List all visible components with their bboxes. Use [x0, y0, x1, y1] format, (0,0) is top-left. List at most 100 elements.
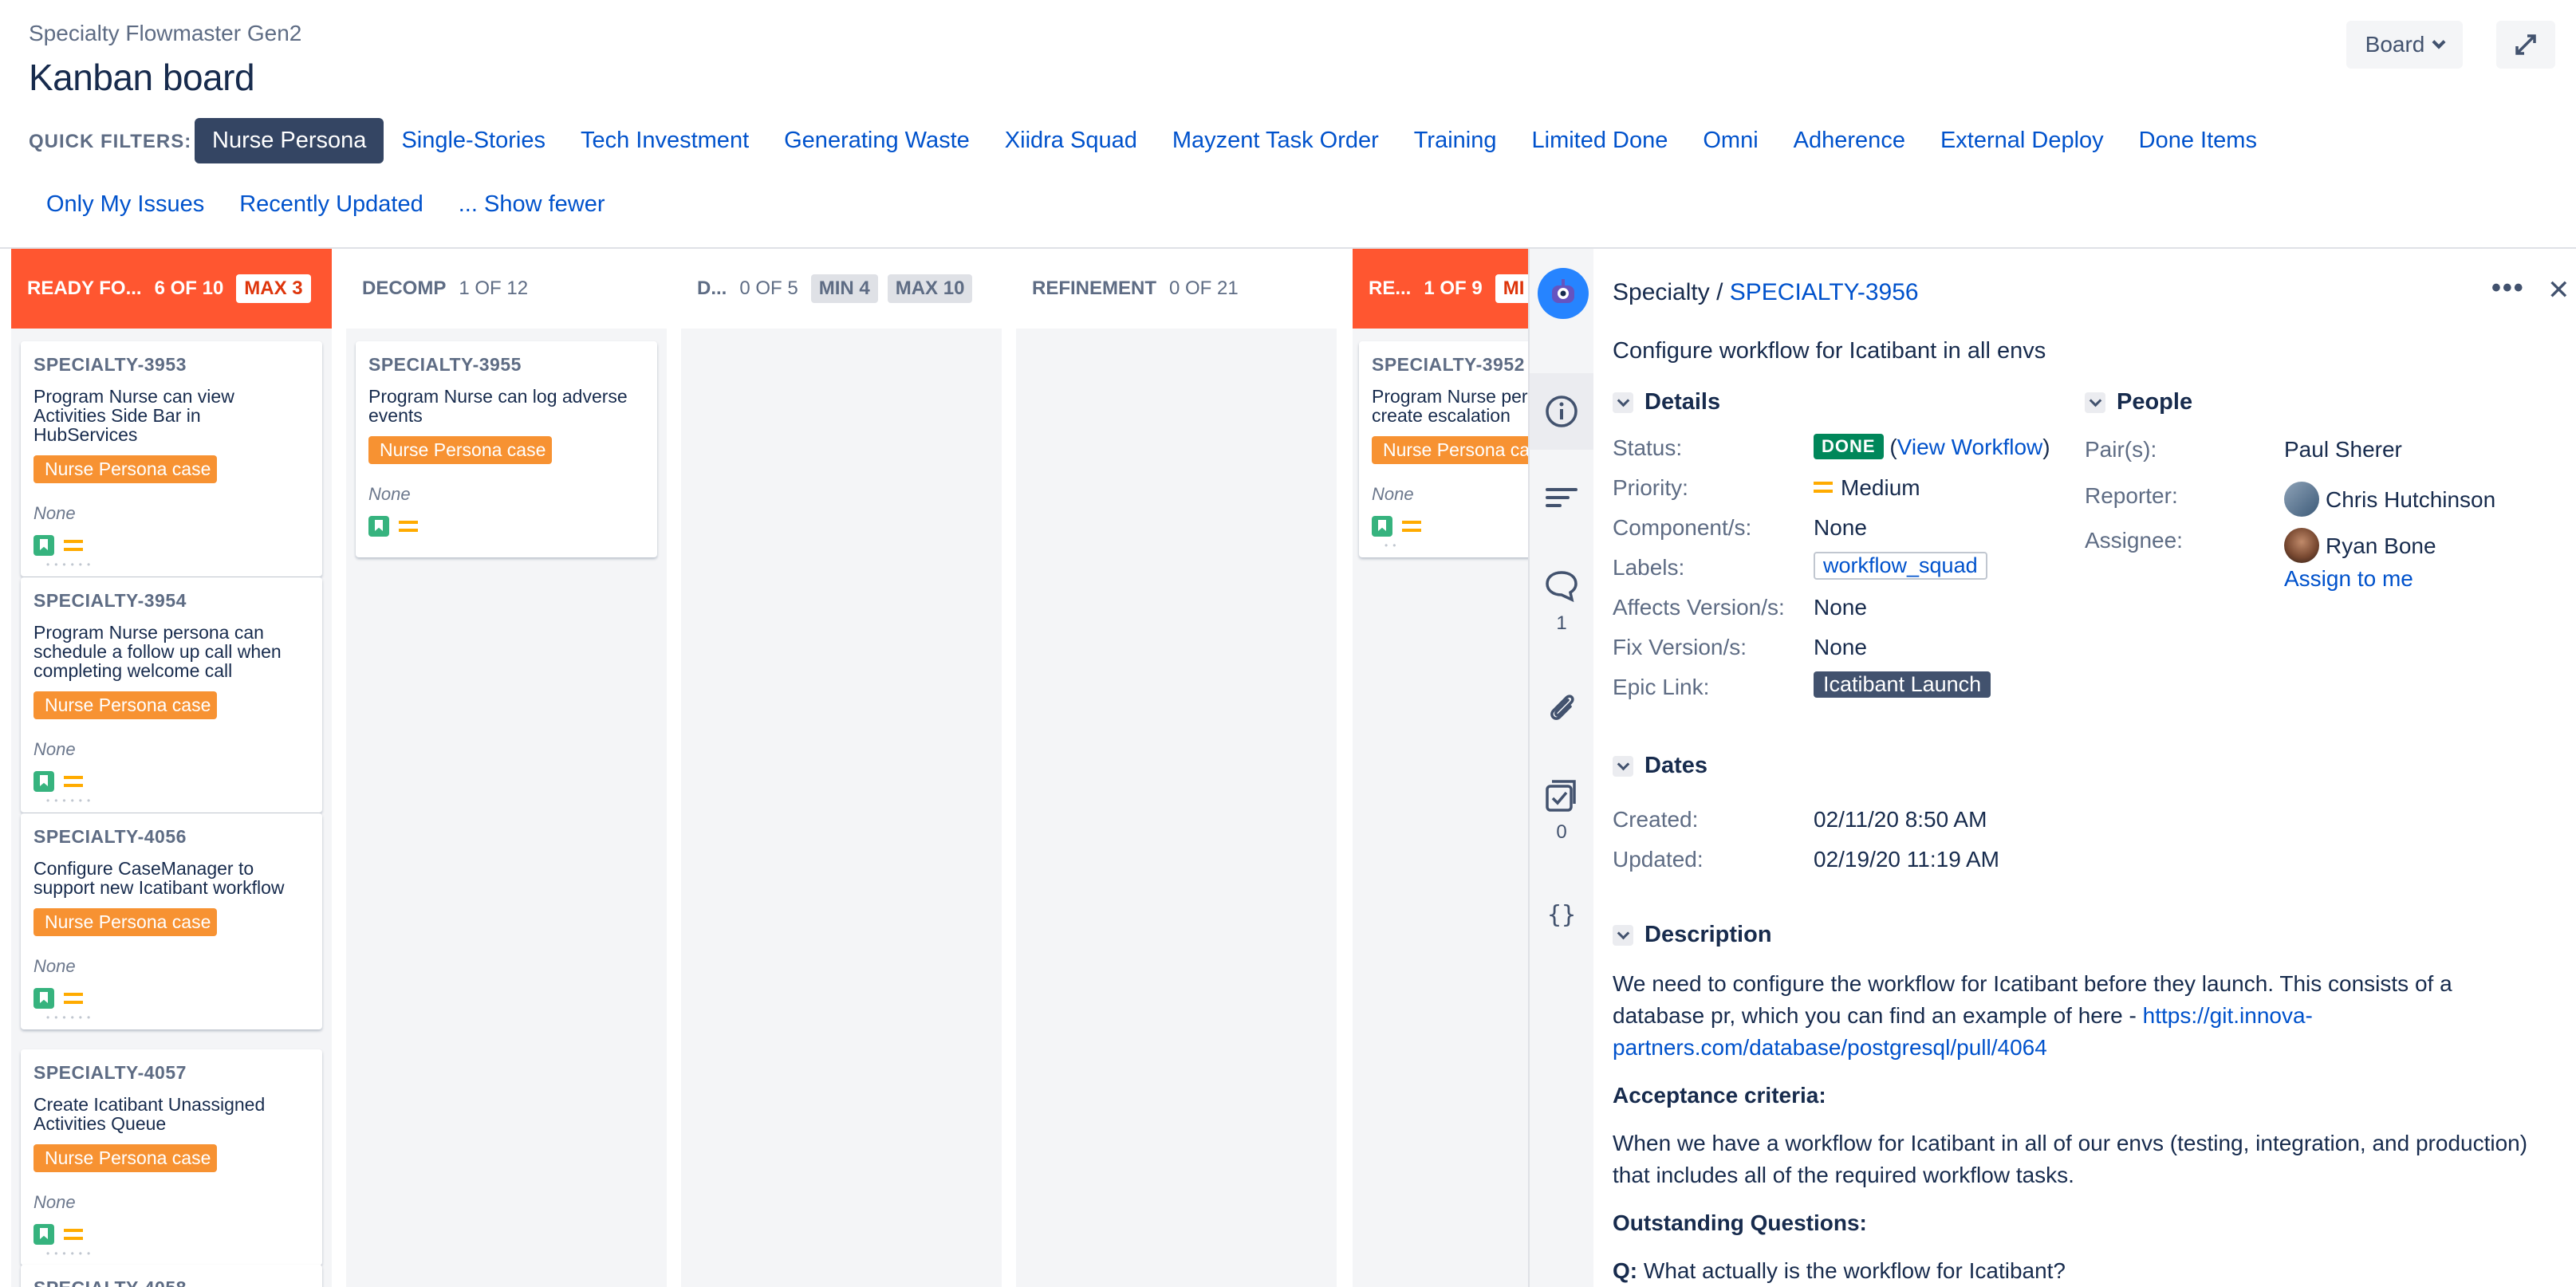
filter-recently-updated[interactable]: Recently Updated — [222, 182, 441, 227]
column-body — [681, 329, 1002, 1287]
fix-version-value[interactable]: None — [1814, 635, 1867, 660]
status-label: Status: — [1613, 435, 1683, 460]
epic-lozenge: Nurse Persona case ... — [33, 691, 217, 719]
expand-button[interactable] — [2496, 21, 2555, 69]
assignee-value[interactable]: Ryan Bone — [2284, 528, 2436, 563]
issue-card[interactable]: SPECIALTY-3955 Program Nurse can log adv… — [356, 341, 657, 557]
components-value[interactable]: None — [1814, 515, 1867, 541]
created-label: Created: — [1613, 807, 1699, 832]
epic-lozenge: Nurse Persona case ... — [33, 1144, 217, 1172]
rail-subtasks-button[interactable]: 0 — [1530, 778, 1593, 844]
status-lozenge[interactable]: DONE — [1814, 434, 1884, 459]
story-icon — [368, 516, 389, 537]
rail-attachments-button[interactable] — [1530, 689, 1593, 724]
breadcrumb-issue-key[interactable]: SPECIALTY-3956 — [1730, 279, 1919, 305]
filter-generating-waste[interactable]: Generating Waste — [766, 118, 987, 163]
breadcrumb: Specialty / SPECIALTY-3956 — [1613, 279, 1919, 306]
column-header[interactable]: READY FO... 6 OF 10 MAX 3 — [11, 249, 332, 329]
page-title: Kanban board — [29, 57, 255, 98]
people-title: People — [2117, 389, 2193, 415]
filter-omni[interactable]: Omni — [1685, 118, 1775, 163]
epic-link-value: Icatibant Launch — [1814, 671, 1991, 698]
issue-card[interactable]: SPECIALTY-3952 Program Nurse persona can… — [1359, 341, 1530, 557]
filter-external-deploy[interactable]: External Deploy — [1923, 118, 2121, 163]
details-section-toggle[interactable]: Details — [1613, 389, 1720, 415]
column-body: SPECIALTY-3952 Program Nurse persona can… — [1353, 329, 1530, 1287]
updated-value: 02/19/20 11:19 AM — [1814, 847, 1999, 872]
breadcrumb-project[interactable]: Specialty — [1613, 279, 1710, 305]
question-line: Q: What actually is the workflow for Ica… — [1613, 1255, 2530, 1287]
issue-card[interactable]: SPECIALTY-3954 Program Nurse persona can… — [21, 577, 322, 813]
acceptance-criteria-heading: Acceptance criteria: — [1613, 1083, 1826, 1108]
code-braces-icon: {} — [1547, 901, 1576, 929]
column-body: SPECIALTY-3953 Program Nurse can view Ac… — [11, 329, 332, 1287]
column-max-badge: MAX 3 — [236, 274, 311, 303]
filter-done-items[interactable]: Done Items — [2121, 118, 2275, 163]
filter-mayzent-task-order[interactable]: Mayzent Task Order — [1155, 118, 1396, 163]
outstanding-questions-heading: Outstanding Questions: — [1613, 1210, 1867, 1235]
view-workflow-link[interactable]: View Workflow — [1897, 435, 2043, 459]
filter-single-stories[interactable]: Single-Stories — [384, 118, 563, 163]
filter-training[interactable]: Training — [1396, 118, 1514, 163]
issue-summary-title[interactable]: Configure workflow for Icatibant in all … — [1613, 338, 2046, 364]
days-in-column-dots: •••••• — [46, 559, 96, 570]
column-header[interactable]: DECOMP 1 OF 12 — [346, 249, 667, 329]
filter-xiidra-squad[interactable]: Xiidra Squad — [987, 118, 1155, 163]
assign-to-me-link[interactable]: Assign to me — [2284, 566, 2413, 592]
days-in-column-dots: •••••• — [46, 1012, 96, 1023]
issue-key: SPECIALTY-3953 — [33, 354, 187, 375]
show-fewer-link[interactable]: ... Show fewer — [441, 182, 623, 227]
column-max-badge: MAX 10 — [887, 274, 973, 303]
assign-to-me-text: Assign to me — [2284, 566, 2413, 591]
column-count: 1 OF 9 — [1424, 277, 1483, 299]
reporter-value[interactable]: Chris Hutchinson — [2284, 482, 2495, 517]
paperclip-icon — [1550, 695, 1574, 720]
issue-summary: Create Icatibant Unassigned Activities Q… — [33, 1094, 266, 1134]
issue-card[interactable]: SPECIALTY-4057 Create Icatibant Unassign… — [21, 1049, 322, 1265]
pairs-value[interactable]: Paul Sherer — [2284, 437, 2402, 462]
epic-link-label: Epic Link: — [1613, 675, 1710, 699]
description-body[interactable]: We need to configure the workflow for Ic… — [1613, 968, 2530, 1064]
expand-icon — [2515, 34, 2536, 55]
epic-chip[interactable]: Icatibant Launch — [1814, 671, 1991, 698]
people-section-toggle[interactable]: People — [2085, 389, 2192, 415]
filter-tech-investment[interactable]: Tech Investment — [563, 118, 766, 163]
close-icon[interactable]: ✕ — [2547, 274, 2570, 306]
components-label: Component/s: — [1613, 515, 1752, 540]
story-icon — [33, 535, 54, 556]
issue-card[interactable]: SPECIALTY-4056 Configure CaseManager to … — [21, 813, 322, 1029]
column-header[interactable]: RE... 1 OF 9 MI — [1353, 249, 1530, 329]
column-header[interactable]: REFINEMENT 0 OF 21 — [1016, 249, 1337, 329]
assignee-name: Ryan Bone — [2326, 533, 2436, 558]
rail-details-button[interactable] — [1530, 373, 1593, 450]
column-name: RE... — [1369, 277, 1412, 299]
issue-summary: Program Nurse persona can create escalat… — [1372, 386, 1530, 426]
issue-key: SPECIALTY-3955 — [368, 354, 522, 375]
epic-lozenge: Nurse Persona case ... — [1372, 436, 1530, 464]
description-section-toggle[interactable]: Description — [1613, 922, 1772, 948]
issue-card[interactable]: SPECIALTY-4058 — [21, 1265, 322, 1287]
more-actions-icon[interactable]: ••• — [2491, 273, 2525, 304]
filter-limited-done[interactable]: Limited Done — [1514, 118, 1686, 163]
filter-nurse-persona[interactable]: Nurse Persona — [195, 118, 384, 163]
column-d: D... 0 OF 5 MIN 4 MAX 10 — [681, 249, 1002, 1287]
epic-lozenge: Nurse Persona case ... — [33, 908, 217, 936]
dates-section-toggle[interactable]: Dates — [1613, 753, 1707, 779]
rail-development-button[interactable]: {} — [1530, 896, 1593, 931]
rail-description-button[interactable] — [1530, 480, 1593, 515]
story-icon — [1372, 516, 1392, 537]
affects-version-value[interactable]: None — [1814, 595, 1867, 620]
issue-card[interactable]: SPECIALTY-3953 Program Nurse can view Ac… — [21, 341, 322, 577]
filter-only-my-issues[interactable]: Only My Issues — [29, 182, 222, 227]
label-chip[interactable]: workflow_squad — [1814, 552, 1987, 580]
epic-lozenge: Nurse Persona case ... — [368, 436, 552, 464]
column-re: RE... 1 OF 9 MI SPECIALTY-3952 Program N… — [1353, 249, 1530, 1287]
column-name: D... — [697, 277, 727, 299]
priority-value[interactable]: Medium — [1814, 475, 1920, 501]
filter-adherence[interactable]: Adherence — [1776, 118, 1923, 163]
quick-filters-row-2: Only My Issues Recently Updated ... Show… — [29, 182, 623, 227]
rail-comments-button[interactable]: 1 — [1530, 568, 1593, 635]
column-header[interactable]: D... 0 OF 5 MIN 4 MAX 10 — [681, 249, 1002, 329]
board-menu-button[interactable]: Board — [2346, 21, 2463, 69]
epic-lozenge: Nurse Persona case ... — [33, 455, 217, 483]
